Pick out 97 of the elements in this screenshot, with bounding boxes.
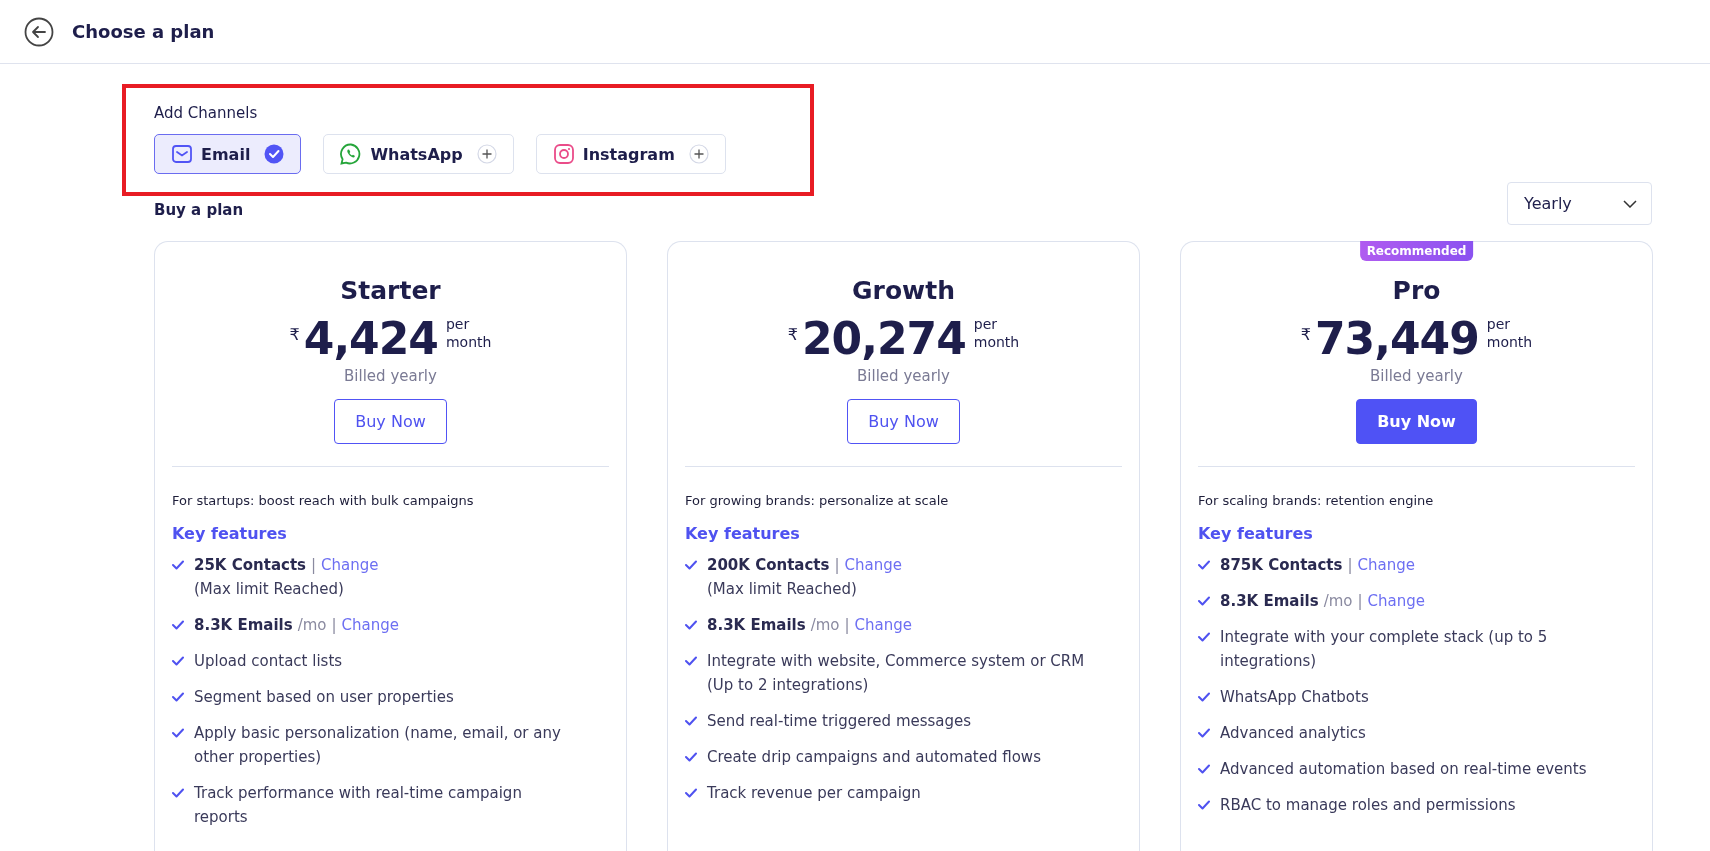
feature-text: RBAC to manage roles and permissions <box>1220 795 1516 816</box>
billing-note: Billed yearly <box>1369 367 1464 385</box>
checkmark-icon <box>1198 560 1210 570</box>
checkmark-icon <box>172 656 184 666</box>
feature-amount: 8.3K Emails <box>707 615 806 636</box>
period-label: month <box>1486 333 1533 351</box>
buy-now-button[interactable]: Buy Now <box>1356 399 1477 444</box>
channel-toggle[interactable]: Email <box>154 134 302 174</box>
period-label: month <box>973 333 1020 351</box>
checkmark-icon <box>1198 632 1210 642</box>
plan-tagline: For scaling brands: retention engine <box>1198 493 1435 508</box>
period-label: month <box>445 333 492 351</box>
features-title: Key features <box>1198 524 1314 543</box>
currency-symbol: ₹ <box>1300 325 1311 344</box>
period-label: per <box>973 315 999 333</box>
section-title: Buy a plan <box>154 201 244 221</box>
change-link[interactable]: Change <box>844 553 902 577</box>
envelope-icon <box>171 143 193 165</box>
feature-text: Segment based on user properties <box>194 687 454 708</box>
feature-text: Send real-time triggered messages <box>707 711 972 732</box>
feature-text: Advanced analytics <box>1220 723 1366 744</box>
checkmark-icon <box>172 560 184 570</box>
feature-text: Track revenue per campaign <box>707 783 921 804</box>
checkmark-icon <box>172 692 184 702</box>
feature-text: Apply basic personalization (name, email, or any other properties) <box>194 723 562 768</box>
change-link[interactable]: Change <box>341 613 399 637</box>
feature-note: (Max limit Reached) <box>707 579 858 600</box>
plan-name: Starter <box>339 276 442 305</box>
camera-icon <box>552 143 575 165</box>
change-link[interactable]: Change <box>321 553 379 577</box>
checkmark-icon <box>1198 764 1210 774</box>
currency-symbol: ₹ <box>289 325 300 344</box>
change-link[interactable]: Change <box>1357 553 1415 577</box>
billing-note: Billed yearly <box>343 367 438 385</box>
change-link[interactable]: Change <box>854 613 912 637</box>
feature-separator: | <box>1357 591 1363 612</box>
channel-toggle[interactable]: WhatsApp <box>323 134 514 174</box>
plus-circle-icon <box>476 144 497 164</box>
feature-unit: /mo <box>810 615 840 636</box>
feature-note: (Max limit Reached) <box>194 579 345 600</box>
feature-text: Track performance with real-time campaign reports <box>194 783 523 828</box>
plan-name: Growth <box>851 276 956 305</box>
feature-text: Create drip campaigns and automated flows <box>707 747 1041 768</box>
checkmark-icon <box>1198 728 1210 738</box>
checkmark-icon <box>172 788 184 798</box>
feature-text: Integrate with your complete stack (up to 5 integrations) <box>1220 627 1549 672</box>
chevron-down-icon <box>1623 199 1637 208</box>
features-title: Key features <box>172 524 288 543</box>
billing-dropdown[interactable]: Yearly <box>1507 182 1652 225</box>
feature-separator: | <box>834 555 840 576</box>
currency-symbol: ₹ <box>787 325 798 344</box>
plan-tagline: For growing brands: personalize at scale <box>685 493 950 508</box>
plan-price: 4,424 <box>303 315 438 363</box>
checkmark-icon <box>685 560 697 570</box>
checkmark-icon <box>685 716 697 726</box>
feature-unit: /mo <box>1323 591 1353 612</box>
checkmark-icon <box>685 620 697 630</box>
plan-price: 73,449 <box>1314 315 1479 363</box>
feature-text: Advanced automation based on real-time events <box>1220 759 1587 780</box>
checkmark-icon <box>172 728 184 738</box>
feature-amount: 8.3K Emails <box>1220 591 1319 612</box>
check-circle-icon <box>264 144 285 164</box>
checkmark-icon <box>685 656 697 666</box>
checkmark-icon <box>1198 800 1210 810</box>
chat-phone-icon <box>340 143 363 165</box>
plus-circle-icon <box>688 144 709 164</box>
checkmark-icon <box>685 788 697 798</box>
period-label: per <box>1486 315 1512 333</box>
feature-amount: 8.3K Emails <box>194 615 293 636</box>
feature-separator: | <box>331 615 337 636</box>
feature-unit: /mo <box>297 615 327 636</box>
plan-price: 20,274 <box>801 315 966 363</box>
feature-separator: | <box>844 615 850 636</box>
feature-separator: | <box>311 555 317 576</box>
buy-now-button[interactable]: Buy Now <box>334 399 447 444</box>
feature-amount: 25K Contacts <box>194 555 306 576</box>
checkmark-icon <box>685 752 697 762</box>
section-title: Add Channels <box>154 104 259 122</box>
feature-text: Upload contact lists <box>194 651 343 672</box>
feature-text: WhatsApp Chatbots <box>1220 687 1369 708</box>
feature-amount: 200K Contacts <box>707 555 830 576</box>
channel-toggle[interactable]: Instagram <box>535 134 726 174</box>
change-link[interactable]: Change <box>1367 589 1425 613</box>
feature-separator: | <box>1347 555 1353 576</box>
period-label: per <box>445 315 471 333</box>
page-title: Choose a plan <box>72 21 215 42</box>
checkmark-icon <box>1198 692 1210 702</box>
plan-name: Pro <box>1391 276 1442 305</box>
checkmark-icon <box>172 620 184 630</box>
recommended-badge: Recommended <box>1359 241 1474 261</box>
buy-now-button[interactable]: Buy Now <box>847 399 960 444</box>
billing-note: Billed yearly <box>856 367 951 385</box>
checkmark-icon <box>1198 596 1210 606</box>
feature-amount: 875K Contacts <box>1220 555 1343 576</box>
feature-text: Integrate with website, Commerce system or CRM (Up to 2 integrations) <box>707 651 1086 696</box>
plan-tagline: For startups: boost reach with bulk campaigns <box>172 493 475 508</box>
features-title: Key features <box>685 524 801 543</box>
